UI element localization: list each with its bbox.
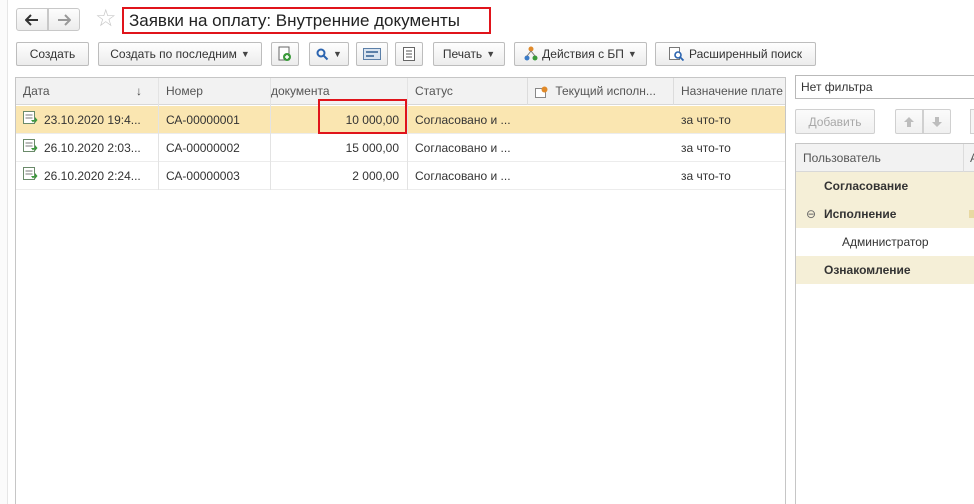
table-row[interactable]: 26.10.2020 2:03... СА-00000002 15 000,00… xyxy=(16,134,785,162)
dropdown-caret-icon: ▼ xyxy=(240,49,250,59)
dropdown-caret-icon: ▼ xyxy=(486,49,496,59)
table-header: Дата ↓ Номер документа Статус Текущий ис… xyxy=(16,78,785,105)
cell-number: СА-00000003 xyxy=(166,169,240,183)
collapse-icon[interactable]: ⊖ xyxy=(806,200,816,228)
column-header-label: Статус xyxy=(415,84,453,98)
document-posted-icon xyxy=(23,134,38,162)
copy-document-button[interactable] xyxy=(271,42,299,66)
create-button[interactable]: Создать xyxy=(16,42,89,66)
tree-item-administrator[interactable]: Администратор xyxy=(796,228,974,256)
create-button-label: Создать xyxy=(29,47,76,61)
advanced-search-label: Расширенный поиск xyxy=(689,47,802,61)
filter-field[interactable]: Нет фильтра xyxy=(795,75,974,99)
print-button-label: Печать xyxy=(442,47,483,61)
column-header-label: Дата xyxy=(23,84,50,98)
document-add-icon xyxy=(278,46,292,62)
move-up-button[interactable] xyxy=(895,109,923,134)
tree-row-label: Согласование xyxy=(824,179,909,193)
column-header-extra[interactable]: А xyxy=(963,144,974,172)
participants-tree[interactable]: Пользователь А Согласование ⊖ Исполнение… xyxy=(795,143,974,504)
cell-executor xyxy=(528,162,674,190)
bp-actions-button[interactable]: Действия с БП ▼ xyxy=(514,42,647,66)
sort-arrow-icon: ↓ xyxy=(136,84,142,98)
favorite-star-icon[interactable]: ☆ xyxy=(95,6,117,32)
cell-amount: 2 000,00 xyxy=(352,169,399,183)
move-down-button[interactable] xyxy=(923,109,951,134)
column-header-label: Текущий исполн... xyxy=(555,84,656,98)
route-panel: Нет фильтра Добавить Пользователь А Согл… xyxy=(794,75,974,504)
search-dropdown-button[interactable]: ▼ xyxy=(309,42,349,66)
date-text: 26.10.2020 2:03... xyxy=(44,141,141,155)
create-by-last-label: Создать по последним xyxy=(110,47,237,61)
arrow-right-icon xyxy=(57,13,71,26)
date-text: 23.10.2020 19:4... xyxy=(44,113,141,127)
more-actions-button[interactable] xyxy=(970,109,974,134)
column-header-status[interactable]: Статус xyxy=(408,78,528,105)
column-header-user[interactable]: Пользователь xyxy=(803,144,881,172)
cell-amount: 15 000,00 xyxy=(345,141,399,155)
column-divider xyxy=(407,78,408,190)
tree-group-approval[interactable]: Согласование xyxy=(796,172,974,200)
column-header-label: документа xyxy=(271,84,330,98)
cell-date: 26.10.2020 2:24... xyxy=(16,162,159,190)
column-divider xyxy=(158,78,159,190)
cell-date: 26.10.2020 2:03... xyxy=(16,134,159,162)
row-marker xyxy=(969,210,974,218)
arrow-up-icon xyxy=(903,116,915,128)
document-posted-icon xyxy=(23,106,38,134)
cell-number: СА-00000001 xyxy=(166,113,240,127)
cell-purpose: за что-то xyxy=(681,141,731,155)
arrow-down-icon xyxy=(931,116,943,128)
column-header-executor[interactable]: Текущий исполн... xyxy=(528,78,674,105)
report-button[interactable] xyxy=(395,42,423,66)
documents-table[interactable]: Дата ↓ Номер документа Статус Текущий ис… xyxy=(15,77,786,504)
cell-purpose: за что-то xyxy=(681,113,731,127)
back-button[interactable] xyxy=(16,8,48,31)
tree-group-execution[interactable]: ⊖ Исполнение xyxy=(796,200,974,228)
create-by-last-button[interactable]: Создать по последним ▼ xyxy=(98,42,262,66)
tree-row-label: Администратор xyxy=(842,235,929,249)
add-button[interactable]: Добавить xyxy=(795,109,875,134)
column-header-purpose[interactable]: Назначение плате xyxy=(674,78,785,105)
column-header-number[interactable]: Номер xyxy=(159,78,271,105)
card-view-button[interactable] xyxy=(356,42,388,66)
cell-executor xyxy=(528,134,674,162)
table-row[interactable]: 23.10.2020 19:4... СА-00000001 10 000,00… xyxy=(16,106,785,134)
list-document-icon xyxy=(403,47,415,61)
column-header-amount[interactable]: документа xyxy=(271,78,408,105)
search-icon xyxy=(316,48,329,61)
tree-group-familiarization[interactable]: Ознакомление xyxy=(796,256,974,284)
cell-date: 23.10.2020 19:4... xyxy=(16,106,159,134)
executor-icon xyxy=(535,86,548,98)
column-header-label: Номер xyxy=(166,84,203,98)
business-process-icon xyxy=(524,46,538,62)
tree-row-label: Ознакомление xyxy=(824,263,911,277)
advanced-search-icon xyxy=(669,47,685,61)
card-icon xyxy=(363,48,381,60)
cell-amount: 10 000,00 xyxy=(345,113,399,127)
dropdown-caret-icon: ▼ xyxy=(627,49,637,59)
forward-button[interactable] xyxy=(48,8,80,31)
tree-header: Пользователь А xyxy=(796,144,974,172)
print-button[interactable]: Печать ▼ xyxy=(433,42,505,66)
cell-number: СА-00000002 xyxy=(166,141,240,155)
cell-status: Согласовано и ... xyxy=(415,169,511,183)
tree-row-label: Исполнение xyxy=(824,207,897,221)
document-posted-icon xyxy=(23,162,38,190)
arrow-left-icon xyxy=(25,13,39,26)
page-title: Заявки на оплату: Внутренние документы xyxy=(122,7,491,34)
column-header-date[interactable]: Дата ↓ xyxy=(16,78,159,105)
table-row[interactable]: 26.10.2020 2:24... СА-00000003 2 000,00 … xyxy=(16,162,785,190)
date-text: 26.10.2020 2:24... xyxy=(44,169,141,183)
cell-status: Согласовано и ... xyxy=(415,141,511,155)
cell-status: Согласовано и ... xyxy=(415,113,511,127)
cell-purpose: за что-то xyxy=(681,169,731,183)
dropdown-caret-icon: ▼ xyxy=(333,49,342,59)
cell-executor xyxy=(528,106,674,134)
advanced-search-button[interactable]: Расширенный поиск xyxy=(655,42,816,66)
bp-actions-label: Действия с БП xyxy=(542,47,624,61)
app-left-edge xyxy=(0,0,8,504)
column-header-label: Назначение плате xyxy=(681,84,783,98)
column-divider xyxy=(270,78,271,190)
